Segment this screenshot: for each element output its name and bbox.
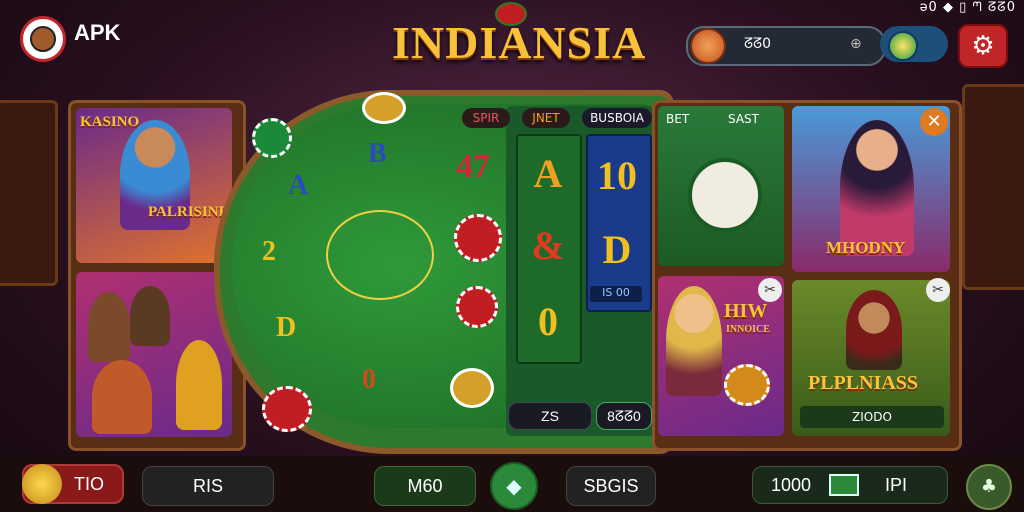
family-image <box>88 292 130 362</box>
bet-right-value: 8ᘔᘔ0 <box>607 407 641 424</box>
bottom-button-sbgis[interactable]: SBGIS <box>566 466 656 506</box>
background-slot-machine <box>0 100 58 286</box>
tab-busboia[interactable]: BUSBOIA <box>582 108 652 128</box>
hiw-game-name: HIW <box>724 300 768 322</box>
brand-label: APK <box>74 20 121 45</box>
plpln-badge[interactable]: ZIODO <box>800 406 944 428</box>
casino-chip[interactable] <box>456 286 498 328</box>
casino-chip[interactable] <box>262 386 312 432</box>
bottom-button-label: RIS <box>192 475 223 496</box>
money-game-name: MHODNY <box>826 238 906 257</box>
table-letter: A <box>288 170 309 201</box>
bottom-button-label: TIO <box>74 473 104 494</box>
gem-icon <box>888 31 918 61</box>
casino-chip[interactable] <box>252 118 292 158</box>
plpln-host-image <box>846 290 902 370</box>
gear-icon[interactable]: ⚙ <box>958 24 1008 68</box>
slot-wheel-icon <box>688 158 762 232</box>
reel-value: IS 00 <box>590 286 642 302</box>
plpln-game-name: PLPLNIASS <box>808 372 919 394</box>
cards-icon[interactable]: ♣ <box>966 464 1012 510</box>
hiw-game-sub: INNOICE <box>726 324 770 335</box>
jackpot-number: 47 <box>456 148 490 185</box>
bottom-button-label: IPI <box>885 474 908 495</box>
avatar-logo-icon[interactable] <box>20 16 66 62</box>
bet-left-display[interactable]: ZS <box>508 402 592 430</box>
table-center-emblem <box>326 210 434 300</box>
reel-symbol: & <box>531 223 565 268</box>
family-image <box>92 360 152 434</box>
bottom-button-1000[interactable]: 1000 IPI <box>752 466 948 504</box>
table-letter: 0 <box>362 364 376 395</box>
casino-tag: KASINO <box>80 114 140 130</box>
bottom-button-label: 1000 <box>771 474 812 495</box>
casino-chip[interactable] <box>362 92 406 124</box>
badge-text: ZIODO <box>852 410 892 424</box>
money-host-image <box>840 120 914 256</box>
bottom-button-label: M60 <box>407 475 443 496</box>
cash-icon <box>829 474 860 496</box>
reel-symbol: 0 <box>538 299 558 344</box>
close-icon[interactable]: ✕ <box>920 108 948 136</box>
background-slot-machine <box>962 84 1024 290</box>
casino-chip[interactable] <box>454 214 502 262</box>
reel-symbol: 10 <box>597 153 637 198</box>
page-title: INDIANSIA <box>392 17 647 68</box>
coin-value: ᘔᘔ0 <box>744 36 772 52</box>
table-letter: B <box>368 138 387 169</box>
coin-icon <box>22 464 62 504</box>
bet-right-display[interactable]: 8ᘔᘔ0 <box>596 402 652 430</box>
bet-left-value: ZS <box>541 408 559 424</box>
tab-jnet[interactable]: JNET <box>522 108 570 128</box>
coin-icon <box>690 28 726 64</box>
tab-sast[interactable]: SAST <box>728 112 759 126</box>
tab-spir[interactable]: SPIR <box>462 108 510 128</box>
bottom-button-ris[interactable]: RIS <box>142 466 274 506</box>
diamond-icon[interactable]: ◆ <box>490 462 538 510</box>
reel-symbol: D <box>602 227 632 272</box>
reel-symbol: A <box>533 151 563 196</box>
casino-chip[interactable] <box>450 368 494 408</box>
table-letter: D <box>276 312 297 343</box>
bottom-button-label: SBGIS <box>583 475 639 496</box>
family-image <box>176 340 222 430</box>
tool-icon[interactable]: ✂ <box>758 278 782 302</box>
casino-chip[interactable] <box>724 364 770 406</box>
table-letter: 2 <box>262 236 276 267</box>
casino-game-name: PALRISINE <box>148 204 229 220</box>
hiw-host-image <box>666 286 722 396</box>
status-bar: ǝ0 ◆ ▯ ᘉ ᘔᘔ0 <box>919 0 1016 15</box>
tool-icon[interactable]: ✂ <box>926 278 950 302</box>
family-image <box>130 286 170 346</box>
bottom-button-m60[interactable]: M60 <box>374 466 476 506</box>
tab-bet[interactable]: BET <box>666 112 689 126</box>
crosshair-icon[interactable]: ⊕ <box>850 36 862 52</box>
